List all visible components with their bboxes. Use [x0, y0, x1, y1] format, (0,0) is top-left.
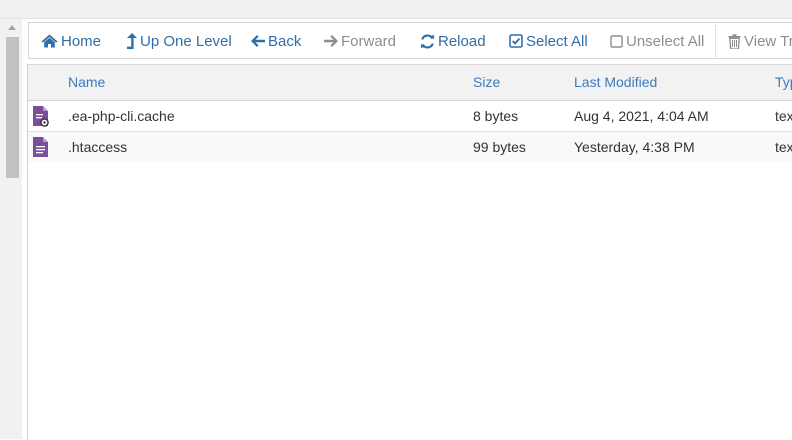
- browser-top-strip: [0, 0, 792, 19]
- table-row[interactable]: .htaccess 99 bytes Yesterday, 4:38 PM te…: [28, 132, 792, 162]
- reload-button[interactable]: Reload: [420, 23, 486, 59]
- select-all-button[interactable]: Select All: [509, 23, 588, 59]
- reload-label: Reload: [438, 32, 486, 50]
- file-last-modified: Yesterday, 4:38 PM: [574, 139, 695, 155]
- view-trash-label: View Tr: [744, 32, 792, 50]
- file-list-panel: Name Size Last Modified Typ .ea-php-cli.…: [27, 64, 792, 440]
- home-button[interactable]: Home: [41, 23, 101, 59]
- file-type: tex: [775, 108, 792, 124]
- file-type: tex: [775, 139, 792, 155]
- file-manager-toolbar: Home Up One Level Back Forward Reload Se…: [28, 22, 792, 59]
- toolbar-separator: [715, 25, 716, 57]
- view-trash-button[interactable]: View Tr: [728, 23, 792, 59]
- checkbox-checked-icon: [509, 34, 523, 48]
- file-size: 99 bytes: [473, 139, 526, 155]
- checkbox-empty-icon: [610, 34, 623, 48]
- home-icon: [41, 34, 58, 48]
- file-table-header: Name Size Last Modified Typ: [28, 65, 792, 101]
- scroll-up-arrow-icon[interactable]: [8, 25, 16, 30]
- file-cache-icon: [33, 106, 49, 127]
- vertical-scrollbar[interactable]: [0, 19, 22, 439]
- unselect-all-label: Unselect All: [626, 32, 705, 50]
- unselect-all-button[interactable]: Unselect All: [610, 23, 704, 59]
- file-last-modified: Aug 4, 2021, 4:04 AM: [574, 108, 709, 124]
- column-header-name[interactable]: Name: [68, 65, 105, 100]
- home-label: Home: [61, 32, 102, 50]
- scrollbar-thumb[interactable]: [6, 37, 19, 178]
- column-header-type[interactable]: Typ: [775, 65, 792, 100]
- up-one-level-label: Up One Level: [140, 32, 232, 50]
- select-all-label: Select All: [526, 32, 588, 50]
- file-name[interactable]: .ea-php-cli.cache: [68, 101, 175, 131]
- level-up-icon: [127, 33, 137, 49]
- arrow-right-icon: [324, 35, 338, 47]
- column-header-last-modified[interactable]: Last Modified: [574, 65, 657, 100]
- file-size: 8 bytes: [473, 108, 519, 124]
- trash-icon: [728, 33, 741, 49]
- forward-label: Forward: [341, 32, 397, 50]
- refresh-icon: [420, 33, 435, 49]
- back-button[interactable]: Back: [251, 23, 301, 59]
- up-one-level-button[interactable]: Up One Level: [126, 23, 232, 59]
- file-name[interactable]: .htaccess: [68, 132, 127, 162]
- back-label: Back: [268, 32, 302, 50]
- arrow-left-icon: [251, 35, 265, 47]
- table-row[interactable]: .ea-php-cli.cache 8 bytes Aug 4, 2021, 4…: [28, 101, 792, 132]
- column-header-size[interactable]: Size: [473, 65, 500, 100]
- forward-button[interactable]: Forward: [324, 23, 396, 59]
- file-text-icon: [33, 137, 48, 157]
